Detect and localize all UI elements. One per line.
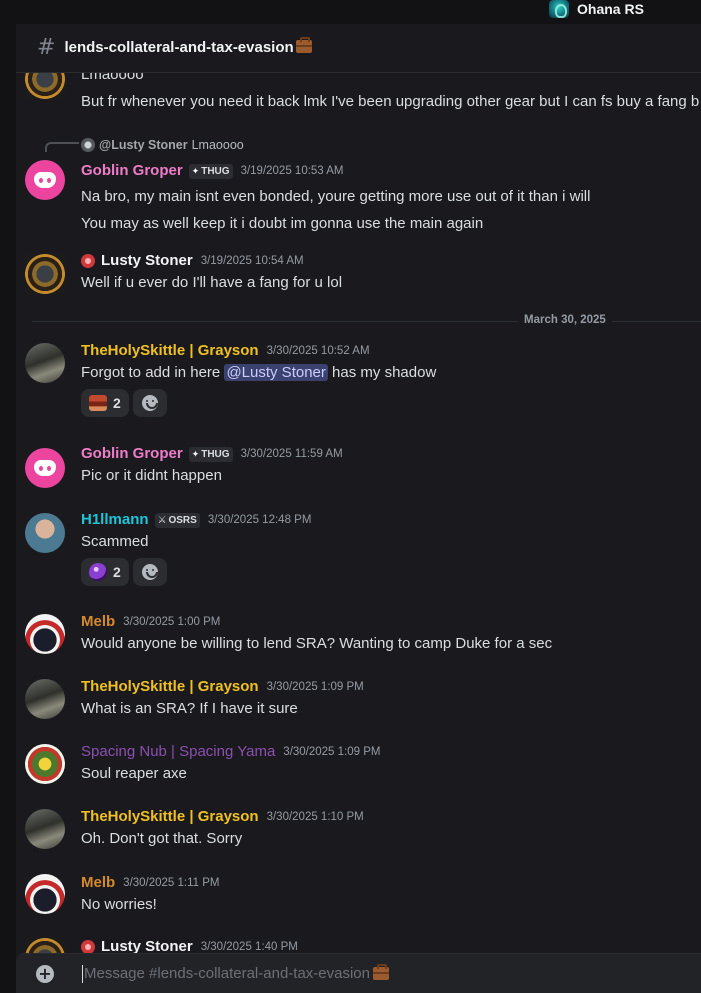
timestamp: 3/30/2025 10:52 AM — [266, 345, 370, 357]
role-icon — [81, 940, 95, 953]
melb-avatar[interactable] — [25, 874, 65, 914]
reaction-bar: 2 — [81, 389, 436, 417]
message-text: Pic or it didnt happen — [81, 467, 222, 484]
add-reaction-button[interactable] — [132, 558, 167, 586]
smile-icon — [141, 564, 158, 580]
tag-label: THUG — [201, 448, 230, 460]
username[interactable]: Spacing Nub | Spacing Yama — [81, 742, 275, 762]
username[interactable]: Lusty Stoner — [101, 251, 193, 271]
reaction-pill[interactable]: 2 — [81, 558, 129, 586]
user-mention[interactable]: @Lusty Stoner — [224, 364, 328, 381]
add-reaction-button[interactable] — [132, 389, 167, 417]
goblin-avatar[interactable] — [25, 448, 65, 488]
lusty-avatar[interactable] — [25, 938, 65, 953]
hash-icon: # — [37, 35, 56, 60]
message-text: Lmaoooo — [81, 73, 144, 83]
tag-label: OSRS — [168, 514, 197, 526]
server-chip[interactable]: Ohana RS — [549, 0, 644, 18]
reply-avatar — [81, 138, 95, 152]
briefcase-emoji — [295, 37, 312, 53]
text-segment: Forgot to add in here — [81, 364, 225, 381]
message-list[interactable]: Lmaoooo But fr whenever you need it back… — [16, 73, 701, 953]
message-text: Forgot to add in here @Lusty Stoner has … — [81, 362, 436, 384]
guild-tag[interactable]: ✦ THUG — [188, 446, 233, 462]
timestamp: 3/30/2025 1:10 PM — [266, 811, 364, 823]
text-segment: has my shadow — [327, 364, 437, 381]
username[interactable]: Melb — [81, 612, 115, 632]
goblin-avatar[interactable] — [25, 160, 65, 200]
timestamp: 3/30/2025 1:11 PM — [123, 877, 220, 889]
username[interactable]: TheHolySkittle | Grayson — [81, 677, 259, 697]
username[interactable]: Goblin Groper — [81, 444, 183, 464]
lusty-avatar[interactable] — [25, 254, 65, 294]
smile-icon — [141, 395, 158, 411]
discord-logo-icon — [34, 460, 56, 476]
melb-avatar[interactable] — [25, 614, 65, 654]
username[interactable]: Lusty Stoner — [101, 937, 193, 953]
channel-title: lends-collateral-and-tax-evasion — [64, 37, 312, 57]
skittle-avatar[interactable] — [25, 343, 65, 383]
crystal-ball-emoji-icon — [89, 563, 107, 581]
date-divider-label: March 30, 2025 — [518, 314, 612, 326]
briefcase-emoji — [372, 964, 389, 980]
tag-label: THUG — [201, 165, 230, 177]
timestamp: 3/30/2025 1:00 PM — [123, 616, 221, 628]
spacing-avatar[interactable] — [25, 744, 65, 784]
username[interactable]: Goblin Groper — [81, 161, 183, 181]
guild-tag[interactable]: ⚔ OSRS — [154, 512, 200, 528]
message-text: But fr whenever you need it back lmk I'v… — [81, 93, 700, 110]
sword-icon: ⚔ — [157, 514, 167, 526]
reaction-pill[interactable]: 2 — [81, 389, 129, 417]
reply-username[interactable]: @Lusty Stoner — [99, 138, 188, 152]
guild-tag[interactable]: ✦ THUG — [188, 163, 233, 179]
role-icon — [81, 254, 95, 268]
message-text: Oh. Don't got that. Sorry — [81, 830, 243, 847]
timestamp: 3/30/2025 1:09 PM — [283, 746, 381, 758]
lusty-avatar[interactable] — [25, 73, 65, 99]
timestamp: 3/19/2025 10:54 AM — [200, 255, 304, 267]
message-input[interactable]: Message #lends-collateral-and-tax-evasio… — [82, 954, 701, 993]
username[interactable]: TheHolySkittle | Grayson — [81, 807, 259, 827]
h1llmann-avatar[interactable] — [25, 513, 65, 553]
message-text: Scammed — [81, 533, 149, 550]
message-composer: + Message #lends-collateral-and-tax-evas… — [16, 953, 701, 993]
timestamp: 3/30/2025 12:48 PM — [207, 514, 312, 526]
reply-preview[interactable]: @Lusty Stoner Lmaoooo — [81, 138, 244, 152]
username[interactable]: Melb — [81, 873, 115, 893]
channel-header: # lends-collateral-and-tax-evasion — [16, 24, 701, 73]
message-text: Soul reaper axe — [81, 765, 187, 782]
message-text: Would anyone be willing to lend SRA? Wan… — [81, 635, 553, 652]
reply-text: Lmaoooo — [191, 138, 244, 152]
sidebar-edge — [0, 24, 16, 993]
reaction-count: 2 — [113, 564, 121, 580]
title-bar: Ohana RS — [0, 0, 701, 24]
username[interactable]: TheHolySkittle | Grayson — [81, 341, 259, 361]
message-text: You may as well keep it i doubt im gonna… — [81, 215, 484, 232]
text-caret — [82, 964, 83, 983]
username[interactable]: H1llmann — [81, 510, 149, 530]
timestamp: 3/30/2025 1:40 PM — [200, 941, 298, 953]
message-text: What is an SRA? If I have it sure — [81, 700, 298, 717]
timestamp: 3/19/2025 10:53 AM — [240, 165, 344, 177]
message-text: Well if u ever do I'll have a fang for u… — [81, 274, 343, 291]
star-icon: ✦ — [191, 448, 200, 459]
face-emoji-icon — [89, 395, 107, 411]
timestamp: 3/30/2025 11:59 AM — [240, 448, 343, 460]
server-icon — [549, 0, 569, 18]
timestamp: 3/30/2025 1:09 PM — [266, 681, 364, 693]
reaction-count: 2 — [113, 395, 121, 411]
skittle-avatar[interactable] — [25, 809, 65, 849]
skittle-avatar[interactable] — [25, 679, 65, 719]
server-name: Ohana RS — [577, 1, 644, 17]
plus-icon[interactable]: + — [36, 964, 54, 983]
discord-logo-icon — [34, 172, 56, 188]
reaction-bar: 2 — [81, 558, 311, 586]
message-text: Na bro, my main isnt even bonded, youre … — [81, 188, 591, 205]
reply-connector — [45, 142, 79, 152]
message-placeholder: Message #lends-collateral-and-tax-evasio… — [84, 965, 370, 982]
star-icon: ✦ — [191, 165, 200, 176]
message-text: No worries! — [81, 896, 157, 913]
channel-name: lends-collateral-and-tax-evasion — [64, 39, 294, 56]
